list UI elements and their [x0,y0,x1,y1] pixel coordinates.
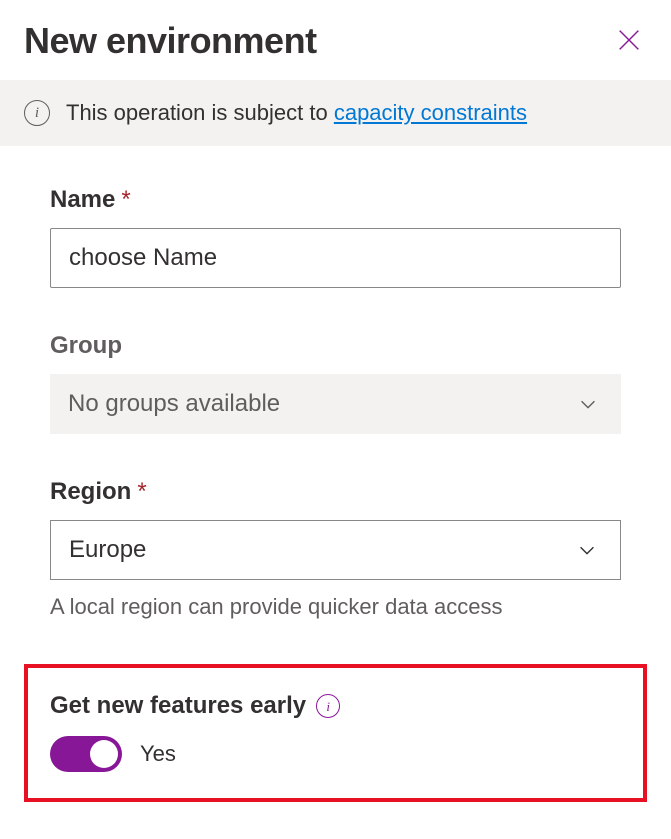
info-icon[interactable]: i [316,694,340,718]
toggle-state-text: Yes [140,741,176,767]
region-helper-text: A local region can provide quicker data … [50,594,621,620]
notice-bar: i This operation is subject to capacity … [0,80,671,146]
page-title: New environment [24,20,317,62]
highlighted-section: Get new features early i Yes [24,664,647,802]
features-early-label: Get new features early [50,692,306,720]
close-icon [615,26,643,54]
region-label: Region* [50,478,621,506]
group-select: No groups available [50,374,621,434]
capacity-constraints-link[interactable]: capacity constraints [334,100,527,125]
region-select[interactable]: Europe [50,520,621,580]
close-button[interactable] [611,22,647,61]
name-input[interactable] [50,228,621,288]
notice-text: This operation is subject to [66,100,328,125]
required-marker: * [137,478,146,505]
chevron-down-icon [576,539,598,561]
group-label: Group [50,332,621,360]
chevron-down-icon [577,393,599,415]
required-marker: * [121,186,130,213]
info-icon: i [24,100,50,126]
features-early-toggle[interactable] [50,736,122,772]
toggle-knob [90,740,118,768]
region-value: Europe [69,536,146,564]
group-placeholder: No groups available [68,390,280,418]
name-label: Name* [50,186,621,214]
